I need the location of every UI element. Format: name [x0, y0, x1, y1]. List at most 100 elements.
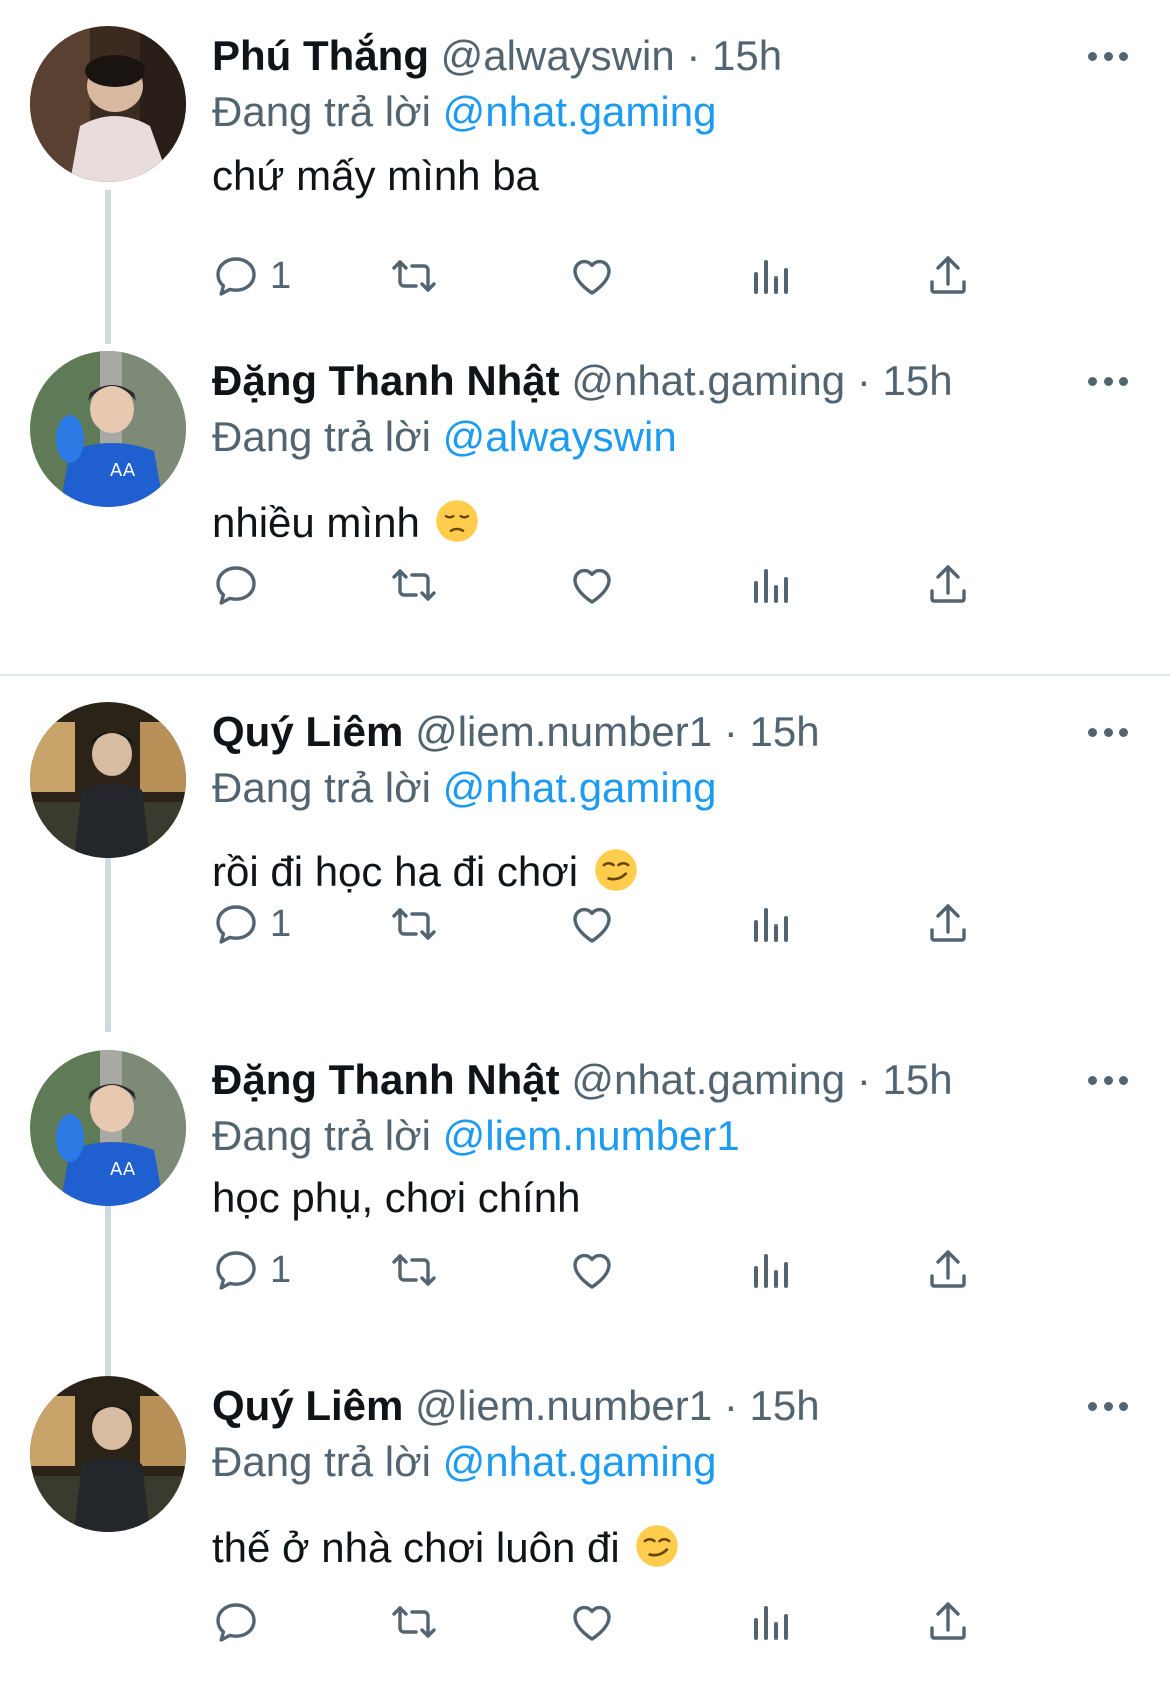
views-button[interactable]	[746, 894, 794, 954]
separator-dot: ·	[856, 357, 871, 404]
like-button[interactable]	[568, 1592, 616, 1652]
more-icon[interactable]	[1088, 375, 1128, 387]
retweet-button[interactable]	[390, 1592, 438, 1652]
avatar[interactable]: AA	[30, 1050, 186, 1206]
like-button[interactable]	[568, 894, 616, 954]
timestamp[interactable]: 15h	[882, 357, 952, 404]
reply-context: Đang trả lời @alwayswin	[212, 409, 677, 465]
reply-icon	[216, 1251, 256, 1290]
retweet-button[interactable]	[390, 555, 438, 615]
share-button[interactable]	[924, 1592, 972, 1652]
reply-icon	[216, 905, 256, 944]
mention-link[interactable]: @nhat.gaming	[443, 764, 717, 811]
share-icon	[930, 565, 966, 603]
views-button[interactable]	[746, 1592, 794, 1652]
action-bar: 1	[212, 1240, 1052, 1300]
tweet[interactable]: AA Đặng Thanh Nhật @nhat.gaming · 15h Đa…	[0, 325, 1170, 670]
user-handle[interactable]: @alwayswin	[441, 32, 675, 79]
more-icon[interactable]	[1088, 1400, 1128, 1412]
mention-link[interactable]: @alwayswin	[443, 413, 677, 460]
mention-link[interactable]: @nhat.gaming	[443, 1438, 717, 1485]
more-icon[interactable]	[1088, 50, 1128, 62]
timestamp[interactable]: 15h	[882, 1056, 952, 1103]
action-bar	[212, 1592, 1052, 1652]
avatar-photo	[30, 702, 186, 858]
like-button[interactable]	[568, 246, 616, 306]
analytics-icon	[754, 908, 788, 942]
tweet[interactable]: AA Đặng Thanh Nhật @nhat.gaming · 15h Đa…	[0, 1024, 1170, 1354]
user-handle[interactable]: @liem.number1	[415, 1382, 712, 1429]
retweet-icon	[392, 569, 436, 601]
display-name[interactable]: Đặng Thanh Nhật	[212, 1056, 560, 1103]
separator-dot: ·	[723, 1382, 738, 1429]
tweet-header: Đặng Thanh Nhật @nhat.gaming · 15h	[212, 1052, 953, 1108]
display-name[interactable]: Đặng Thanh Nhật	[212, 357, 560, 404]
share-button[interactable]	[924, 894, 972, 954]
like-button[interactable]	[568, 1240, 616, 1300]
tweet-header: Quý Liêm @liem.number1 · 15h	[212, 1378, 820, 1434]
analytics-icon	[754, 1606, 788, 1640]
retweet-button[interactable]	[390, 1240, 438, 1300]
analytics-icon	[754, 260, 788, 294]
tweet-text: thế ở nhà chơi luôn đi	[212, 1520, 679, 1576]
timestamp[interactable]: 15h	[749, 708, 819, 755]
svg-text:AA: AA	[110, 1159, 136, 1180]
timestamp[interactable]: 15h	[749, 1382, 819, 1429]
share-icon	[930, 256, 966, 294]
tweet-text-content: rồi đi học ha đi chơi	[212, 848, 579, 895]
retweet-icon	[392, 1254, 436, 1286]
mention-link[interactable]: @liem.number1	[443, 1112, 740, 1159]
share-icon	[930, 1602, 966, 1640]
share-button[interactable]	[924, 1240, 972, 1300]
reply-button[interactable]	[212, 555, 270, 615]
tweet[interactable]: Phú Thắng @alwayswin · 15h Đang trả lời …	[0, 0, 1170, 330]
more-icon[interactable]	[1088, 726, 1128, 738]
retweet-button[interactable]	[390, 894, 438, 954]
share-icon	[930, 1250, 966, 1288]
share-button[interactable]	[924, 555, 972, 615]
reply-button[interactable]: 1	[212, 246, 291, 306]
retweet-button[interactable]	[390, 246, 438, 306]
views-button[interactable]	[746, 555, 794, 615]
reply-button[interactable]: 1	[212, 1240, 291, 1300]
avatar-photo	[30, 1376, 186, 1532]
tweet-header: Phú Thắng @alwayswin · 15h	[212, 28, 782, 84]
views-button[interactable]	[746, 1240, 794, 1300]
tweet[interactable]: Quý Liêm @liem.number1 · 15h Đang trả lờ…	[0, 676, 1170, 1006]
display-name[interactable]: Quý Liêm	[212, 1382, 403, 1429]
reply-icon	[216, 1603, 256, 1642]
more-icon[interactable]	[1088, 1074, 1128, 1086]
avatar-photo	[30, 26, 186, 182]
avatar[interactable]	[30, 702, 186, 858]
reply-button[interactable]	[212, 1592, 270, 1652]
timestamp[interactable]: 15h	[712, 32, 782, 79]
like-button[interactable]	[568, 555, 616, 615]
reply-prefix: Đang trả lời	[212, 764, 431, 811]
avatar[interactable]: AA	[30, 351, 186, 507]
share-button[interactable]	[924, 246, 972, 306]
tweet[interactable]: Quý Liêm @liem.number1 · 15h Đang trả lờ…	[0, 1350, 1170, 1682]
display-name[interactable]: Phú Thắng	[212, 32, 429, 79]
user-handle[interactable]: @nhat.gaming	[571, 1056, 845, 1103]
reply-context: Đang trả lời @nhat.gaming	[212, 1434, 716, 1490]
smirking-face-emoji	[594, 849, 637, 891]
heart-icon	[573, 259, 611, 295]
avatar[interactable]	[30, 1376, 186, 1532]
heart-icon	[573, 1605, 611, 1641]
user-handle[interactable]: @nhat.gaming	[571, 357, 845, 404]
reply-count: 1	[270, 1248, 292, 1291]
mention-link[interactable]: @nhat.gaming	[443, 88, 717, 135]
reply-button[interactable]: 1	[212, 894, 291, 954]
display-name[interactable]: Quý Liêm	[212, 708, 403, 755]
separator-dot: ·	[723, 708, 738, 755]
share-icon	[930, 904, 966, 942]
reply-prefix: Đang trả lời	[212, 413, 431, 460]
views-button[interactable]	[746, 246, 794, 306]
reply-context: Đang trả lời @liem.number1	[212, 1108, 740, 1164]
tweet-text-content: học phụ, chơi chính	[212, 1174, 581, 1221]
heart-icon	[573, 907, 611, 943]
avatar[interactable]	[30, 26, 186, 182]
tweet-text: rồi đi học ha đi chơi	[212, 844, 638, 900]
user-handle[interactable]: @liem.number1	[415, 708, 712, 755]
reply-count: 1	[270, 902, 292, 945]
